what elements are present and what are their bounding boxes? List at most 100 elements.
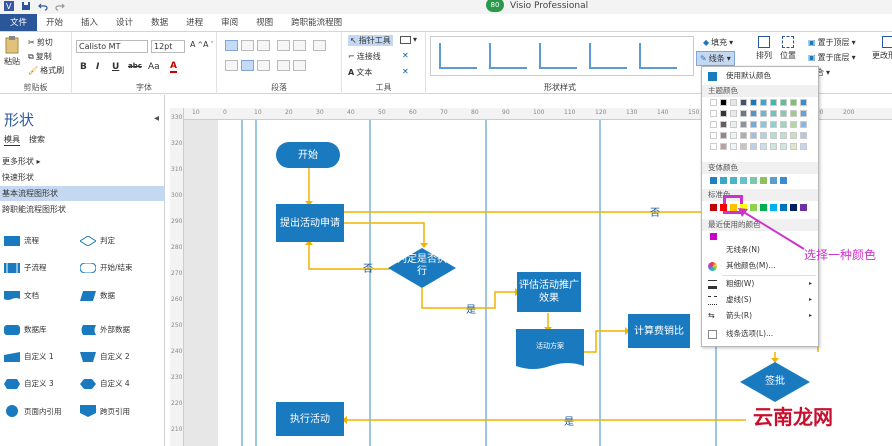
tab-design[interactable]: 设计 bbox=[107, 14, 142, 31]
theme-color-swatch[interactable] bbox=[780, 110, 787, 117]
theme-color-swatch[interactable] bbox=[710, 110, 717, 117]
shape-data[interactable]: 数据 bbox=[80, 290, 115, 301]
theme-color-swatch[interactable] bbox=[790, 110, 797, 117]
theme-color-swatch[interactable] bbox=[710, 143, 717, 150]
use-default-color-item[interactable]: 使用默认颜色 bbox=[702, 69, 818, 83]
theme-color-swatch[interactable] bbox=[720, 99, 727, 106]
save-icon[interactable] bbox=[21, 1, 31, 11]
tab-search[interactable]: 搜索 bbox=[29, 134, 45, 146]
theme-color-swatch[interactable] bbox=[780, 132, 787, 139]
shape-database[interactable]: 数据库 bbox=[4, 324, 47, 335]
pointer-tool-button[interactable]: ↖ 指针工具 bbox=[348, 35, 393, 46]
theme-color-swatch[interactable] bbox=[750, 99, 757, 106]
theme-color-swatch[interactable] bbox=[800, 132, 807, 139]
style-swatch-2[interactable] bbox=[489, 43, 527, 69]
theme-color-swatch[interactable] bbox=[770, 143, 777, 150]
align-bottom-button[interactable] bbox=[257, 40, 270, 51]
theme-color-swatch[interactable] bbox=[730, 99, 737, 106]
collapse-pane-icon[interactable]: ◂ bbox=[154, 113, 159, 124]
calc-ratio-node[interactable]: 计算费销比 bbox=[628, 314, 690, 348]
arrange-button[interactable]: 排列 bbox=[756, 36, 772, 61]
variant-color-swatch[interactable] bbox=[770, 177, 777, 184]
tab-stencils[interactable]: 模具 bbox=[4, 134, 20, 146]
align-right-button[interactable] bbox=[257, 60, 270, 71]
theme-color-swatch[interactable] bbox=[740, 121, 747, 128]
shape-terminator[interactable]: 开始/结束 bbox=[80, 262, 133, 273]
change-shape-button[interactable]: 更改形状 bbox=[872, 36, 892, 61]
theme-color-swatch[interactable] bbox=[760, 121, 767, 128]
theme-color-swatch[interactable] bbox=[790, 132, 797, 139]
theme-color-swatch[interactable] bbox=[720, 110, 727, 117]
theme-color-swatch[interactable] bbox=[740, 110, 747, 117]
shape-custom-1[interactable]: 自定义 1 bbox=[4, 351, 54, 362]
theme-color-swatch[interactable] bbox=[710, 99, 717, 106]
shape-custom-3[interactable]: 自定义 3 bbox=[4, 378, 54, 389]
font-color-button[interactable]: A bbox=[170, 62, 177, 73]
theme-color-swatch[interactable] bbox=[770, 121, 777, 128]
variant-color-swatch[interactable] bbox=[720, 177, 727, 184]
connection-point-icon[interactable]: ✕ bbox=[402, 67, 409, 76]
bold-button[interactable]: B bbox=[80, 62, 87, 72]
strikethrough-button[interactable]: abc bbox=[128, 62, 142, 70]
theme-color-swatch[interactable] bbox=[750, 132, 757, 139]
shape-on-page-ref[interactable]: 页面内引用 bbox=[4, 405, 62, 417]
variant-color-swatch[interactable] bbox=[760, 177, 767, 184]
theme-color-swatch[interactable] bbox=[750, 121, 757, 128]
theme-color-swatch[interactable] bbox=[770, 132, 777, 139]
text-direction-button[interactable] bbox=[293, 60, 306, 71]
variant-color-swatch[interactable] bbox=[730, 177, 737, 184]
shape-custom-2[interactable]: 自定义 2 bbox=[80, 351, 130, 362]
theme-color-swatch[interactable] bbox=[770, 99, 777, 106]
tab-review[interactable]: 审阅 bbox=[212, 14, 247, 31]
position-button[interactable]: 位置 bbox=[780, 36, 796, 61]
theme-color-swatch[interactable] bbox=[730, 121, 737, 128]
theme-color-swatch[interactable] bbox=[710, 132, 717, 139]
theme-color-swatch[interactable] bbox=[800, 110, 807, 117]
theme-color-swatch[interactable] bbox=[780, 143, 787, 150]
dashes-item[interactable]: 虚线(S) ▸ bbox=[702, 293, 818, 307]
align-middle-button[interactable] bbox=[241, 40, 254, 51]
decrease-indent-button[interactable] bbox=[277, 40, 290, 51]
plan-document-label[interactable]: 活动方案 bbox=[518, 340, 582, 352]
theme-color-swatch[interactable] bbox=[730, 110, 737, 117]
align-top-button[interactable] bbox=[225, 40, 238, 51]
variant-color-swatch[interactable] bbox=[740, 177, 747, 184]
start-node[interactable]: 开始 bbox=[276, 142, 340, 168]
tab-file[interactable]: 文件 bbox=[0, 14, 38, 31]
variant-color-swatch[interactable] bbox=[710, 177, 717, 184]
theme-color-swatch[interactable] bbox=[790, 143, 797, 150]
style-swatch-1[interactable] bbox=[439, 43, 477, 69]
shape-styles-gallery[interactable] bbox=[430, 36, 694, 76]
theme-color-swatch[interactable] bbox=[780, 99, 787, 106]
theme-color-swatch[interactable] bbox=[760, 110, 767, 117]
format-painter-button[interactable]: 🖌 格式刷 bbox=[28, 65, 64, 76]
theme-color-swatch[interactable] bbox=[780, 121, 787, 128]
theme-color-swatch[interactable] bbox=[740, 132, 747, 139]
theme-color-swatch[interactable] bbox=[720, 121, 727, 128]
line-button[interactable]: ✎ 线条 ▾ bbox=[696, 51, 735, 66]
text-tool-button[interactable]: A 文本 bbox=[348, 67, 372, 78]
tab-view[interactable]: 视图 bbox=[247, 14, 282, 31]
paste-button[interactable]: 粘贴 bbox=[4, 36, 20, 67]
evaluate-node[interactable]: 评估活动推广效果 bbox=[517, 272, 581, 312]
connector-button[interactable]: ⌐ 连接线 bbox=[348, 51, 381, 62]
theme-color-swatch[interactable] bbox=[800, 143, 807, 150]
tab-insert[interactable]: 插入 bbox=[72, 14, 107, 31]
theme-color-swatch[interactable] bbox=[750, 110, 757, 117]
theme-color-swatch[interactable] bbox=[720, 132, 727, 139]
close-icon[interactable]: ✕ bbox=[402, 51, 409, 60]
standard-color-swatch[interactable] bbox=[720, 204, 727, 211]
shape-document[interactable]: 文档 bbox=[4, 290, 39, 301]
theme-color-swatch[interactable] bbox=[800, 121, 807, 128]
underline-button[interactable]: U bbox=[112, 62, 119, 72]
theme-color-swatch[interactable] bbox=[760, 132, 767, 139]
theme-color-swatch[interactable] bbox=[740, 99, 747, 106]
variant-color-swatch[interactable] bbox=[780, 177, 787, 184]
theme-color-swatch[interactable] bbox=[790, 121, 797, 128]
tab-data[interactable]: 数据 bbox=[142, 14, 177, 31]
more-colors-item[interactable]: 其他颜色(M)... bbox=[702, 259, 818, 273]
theme-color-swatch[interactable] bbox=[800, 99, 807, 106]
theme-color-swatch[interactable] bbox=[720, 143, 727, 150]
standard-color-swatch[interactable] bbox=[710, 204, 717, 211]
justify-button[interactable] bbox=[277, 60, 290, 71]
